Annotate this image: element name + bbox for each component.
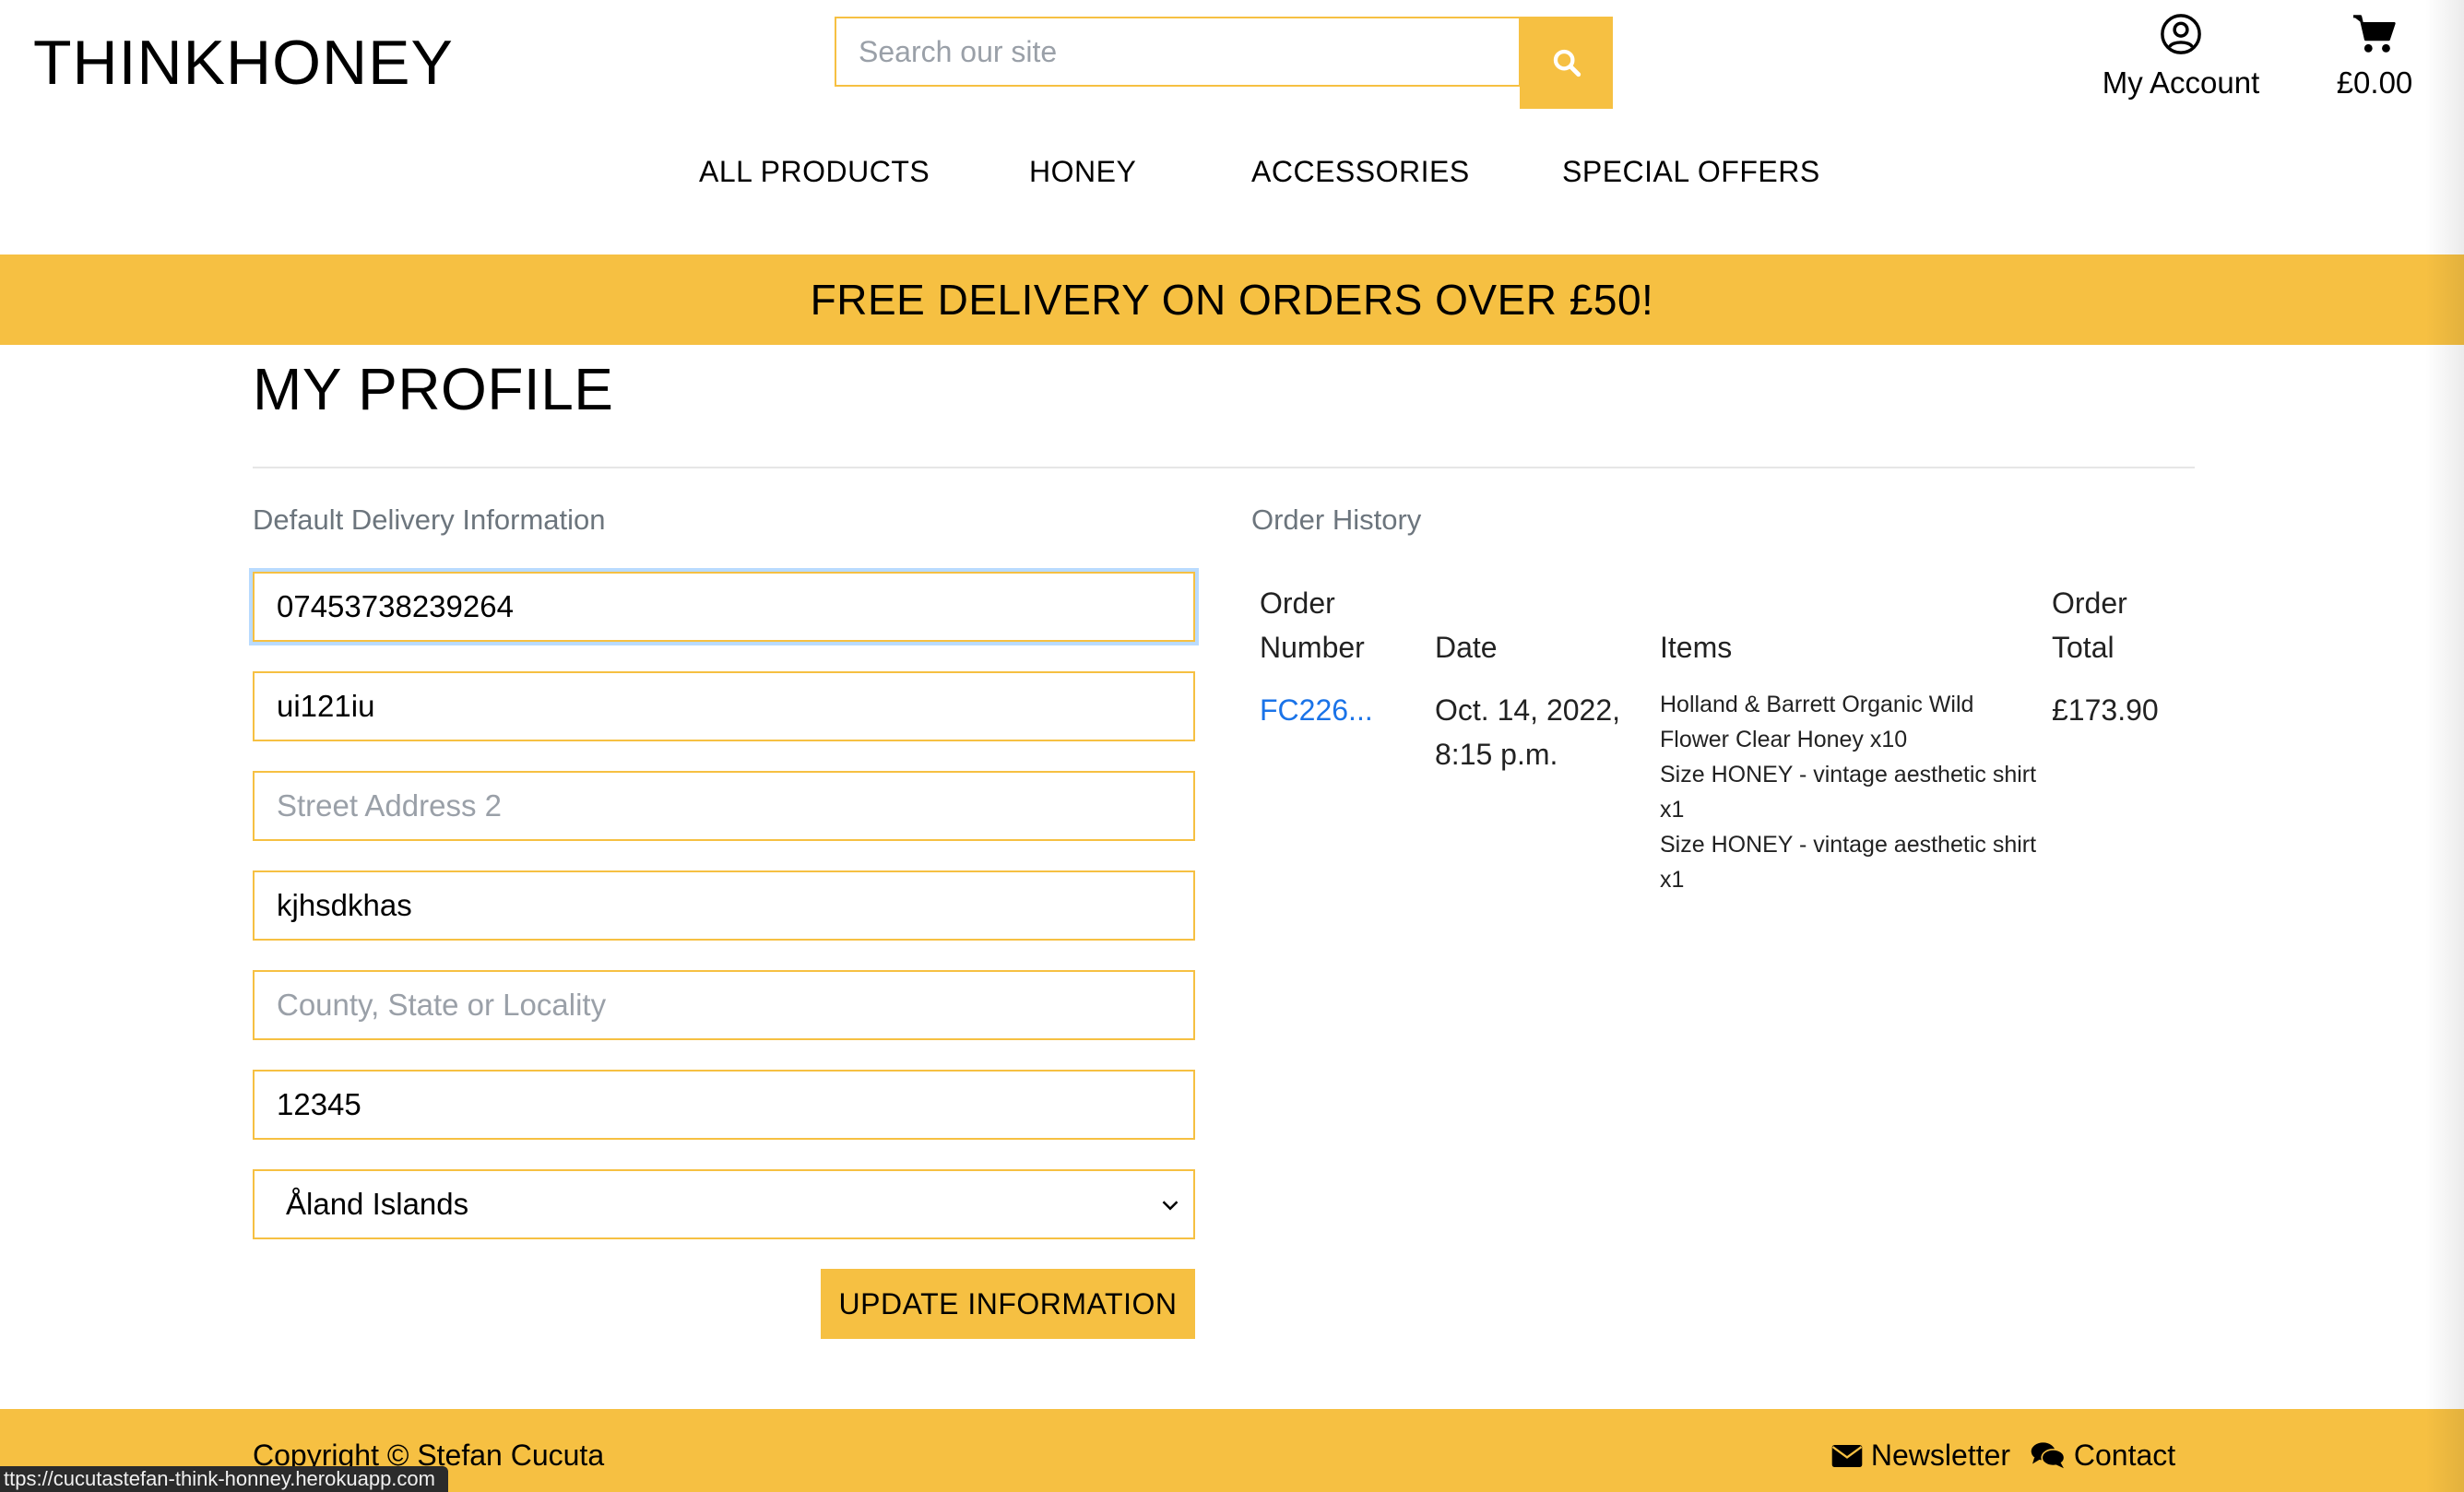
table-row-order-number: FC226... [1260, 688, 1373, 732]
street-address-1-field[interactable] [253, 671, 1195, 741]
newsletter-label: Newsletter [1870, 1439, 2011, 1472]
phone-number-field[interactable] [253, 572, 1195, 642]
nav-honey[interactable]: HONEY [1029, 155, 1136, 189]
column-header-order-number: Order Number [1260, 586, 1365, 664]
street-address-2-field[interactable] [253, 771, 1195, 841]
country-select[interactable]: Åland Islands [253, 1169, 1195, 1239]
nav-special-offers[interactable]: SPECIAL OFFERS [1562, 155, 1820, 189]
comments-icon [2031, 1442, 2066, 1469]
cart-total: £0.00 [2336, 65, 2413, 100]
search-input[interactable] [835, 17, 1521, 87]
status-bar-url: ttps://cucutastefan-think-honney.herokua… [0, 1466, 448, 1492]
my-account-label: My Account [2102, 65, 2260, 100]
search-button[interactable] [1520, 17, 1613, 109]
delivery-info-heading: Default Delivery Information [253, 503, 606, 536]
column-header-order-total: Order Total [2052, 586, 2127, 664]
update-information-button[interactable]: UPDATE INFORMATION [821, 1269, 1195, 1339]
site-logo[interactable]: THINKHONEY [33, 26, 454, 100]
divider [253, 467, 2195, 468]
search-icon [1553, 49, 1581, 77]
town-city-field[interactable] [253, 870, 1195, 941]
column-header-items: Items [1660, 631, 1733, 664]
country-selected-value: Åland Islands [286, 1187, 469, 1221]
my-account-link[interactable]: My Account [2093, 13, 2269, 101]
contact-link[interactable]: Contact [2031, 1439, 2175, 1473]
envelope-icon [1831, 1444, 1863, 1468]
contact-label: Contact [2073, 1439, 2176, 1472]
newsletter-link[interactable]: Newsletter [1831, 1439, 2010, 1473]
table-row-date: Oct. 14, 2022, 8:15 p.m. [1435, 693, 1621, 771]
order-item-line: Size HONEY - vintage aesthetic shirt [1660, 762, 2037, 787]
nav-accessories[interactable]: ACCESSORIES [1251, 155, 1470, 189]
shopping-cart-icon [2353, 15, 2396, 53]
table-row-order-total: £173.90 [2052, 693, 2159, 727]
order-history-heading: Order History [1251, 503, 1422, 536]
search-form [835, 17, 1613, 109]
order-item-line: x1 [1660, 867, 1685, 893]
window-edge-shadow [2425, 0, 2464, 1492]
county-field[interactable] [253, 970, 1195, 1040]
order-item-line: x1 [1660, 797, 1685, 823]
order-item-line: Flower Clear Honey x10 [1660, 727, 1908, 752]
order-item-line: Holland & Barrett Organic Wild [1660, 692, 1974, 717]
order-number-link[interactable]: FC226... [1260, 693, 1373, 727]
table-row-items: Holland & Barrett Organic Wild Flower Cl… [1660, 687, 2047, 897]
cart-link[interactable]: £0.00 [2315, 13, 2434, 101]
nav-all-products[interactable]: ALL PRODUCTS [699, 155, 930, 189]
column-header-date: Date [1435, 631, 1498, 664]
delivery-banner-text: FREE DELIVERY ON ORDERS OVER £50! [810, 276, 1654, 324]
chevron-down-icon [1162, 1201, 1179, 1211]
user-circle-icon [2161, 14, 2201, 54]
page-title: MY PROFILE [253, 356, 614, 422]
delivery-banner: FREE DELIVERY ON ORDERS OVER £50! [0, 255, 2464, 345]
postal-code-field[interactable] [253, 1070, 1195, 1140]
order-item-line: Size HONEY - vintage aesthetic shirt [1660, 832, 2037, 858]
